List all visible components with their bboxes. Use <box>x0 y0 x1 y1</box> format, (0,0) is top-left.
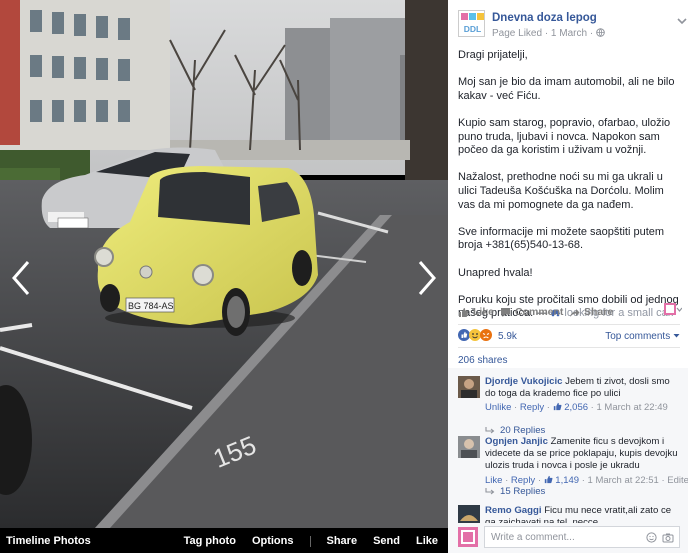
post-paragraph: Unapred hvala! <box>458 266 533 279</box>
top-comments-label: Top comments <box>605 331 671 342</box>
comment-label: Comment <box>515 306 564 318</box>
post-body: Dragi prijatelji, Moj san je bio da imam… <box>458 49 680 334</box>
post-header: DDL Dnevna doza lepog Page Liked · 1 Mar… <box>458 10 687 40</box>
shares-count[interactable]: 206 shares <box>458 355 507 366</box>
unlike-link[interactable]: Unlike <box>485 402 511 413</box>
share-action[interactable]: Share <box>569 306 613 318</box>
license-plate: BG 784-AS <box>128 301 174 311</box>
chevron-right-icon <box>418 261 436 295</box>
commenter-avatar[interactable] <box>458 376 480 398</box>
divider <box>458 347 680 348</box>
globe-icon <box>596 28 605 38</box>
post-paragraph: Nažalost, prethodne noći su mi ga ukrali… <box>458 171 664 211</box>
comment-body: Djordje Vukojicic Jebem ti zivot, dosli … <box>485 376 680 415</box>
reaction-count[interactable]: 5.9k <box>498 331 517 342</box>
post-actions: Like Comment Share <box>458 303 682 321</box>
photo-bottom-bar: Timeline Photos Tag photo Options Share … <box>0 528 448 553</box>
like-label: Like <box>473 306 495 318</box>
chevron-left-icon <box>12 261 30 295</box>
reply-link[interactable]: Reply <box>511 475 535 486</box>
view-replies-link[interactable]: 15 Replies <box>485 486 545 497</box>
thumbs-up-icon <box>459 307 469 317</box>
post-as-avatar-icon[interactable] <box>664 303 682 317</box>
page-avatar[interactable]: DDL <box>458 10 485 37</box>
like-action[interactable]: Like <box>458 306 494 318</box>
send-button[interactable]: Send <box>373 535 400 547</box>
photo-actions: Tag photo Options Share Send Like <box>168 535 438 547</box>
comment-input-icons <box>646 532 674 543</box>
comment-time[interactable]: 1 March at 22:49 <box>596 402 667 413</box>
reply-arrow-icon <box>485 488 495 495</box>
car-photo: 155 BG 784-AS <box>0 0 448 528</box>
album-link[interactable]: Timeline Photos <box>6 535 91 547</box>
write-comment-row: Write a comment... <box>458 525 680 549</box>
commenter-avatar[interactable] <box>458 436 480 458</box>
chevron-down-icon[interactable] <box>676 16 688 26</box>
camera-icon[interactable] <box>662 532 674 543</box>
page-name[interactable]: Dnevna doza lepog <box>492 12 597 24</box>
comment-icon <box>501 307 510 317</box>
post-panel: DDL Dnevna doza lepog Page Liked · 1 Mar… <box>448 0 688 553</box>
commenter-name[interactable]: Djordje Vukojicic <box>485 376 562 387</box>
share-icon <box>570 308 580 317</box>
replies-count: 20 Replies <box>500 425 546 436</box>
comment-action[interactable]: Comment <box>500 306 563 318</box>
comment-meta: Like · Reply · 1,149 · 1 March at 22:51 … <box>485 475 688 487</box>
next-photo-arrow[interactable] <box>414 258 440 298</box>
comment-like-count[interactable]: 2,056 <box>564 402 588 413</box>
post-paragraph: Sve informacije mi možete saopštiti pute… <box>458 225 665 252</box>
caret-down-icon <box>673 334 680 338</box>
svg-text:DDL: DDL <box>464 24 481 34</box>
comment-item: Remo Gaggi Ficu mu nece vratit,ali zato … <box>458 505 680 523</box>
comment-like-count[interactable]: 1,149 <box>555 475 579 486</box>
post-meta-text: Page Liked · 1 March · <box>492 28 594 39</box>
commenter-avatar[interactable] <box>458 505 480 523</box>
options-button[interactable]: Options <box>252 535 294 547</box>
share-button[interactable]: Share <box>327 535 358 547</box>
like-button[interactable]: Like <box>416 535 438 547</box>
photo-viewer: 155 BG 784-AS Timeline Photos Tag photo … <box>0 0 448 553</box>
comment-placeholder: Write a comment... <box>491 532 575 543</box>
post-paragraph: Dragi prijatelji, <box>458 49 528 61</box>
divider <box>458 324 680 325</box>
emoji-icon[interactable] <box>646 532 657 543</box>
replies-count: 15 Replies <box>500 486 546 497</box>
reply-arrow-icon <box>485 427 495 434</box>
share-label: Share <box>584 306 614 318</box>
post-meta: Page Liked · 1 March · <box>492 28 605 39</box>
reply-link[interactable]: Reply <box>520 402 544 413</box>
user-avatar <box>458 527 478 547</box>
view-replies-link[interactable]: 20 Replies <box>485 425 545 436</box>
comment-time[interactable]: 1 March at 22:51 <box>588 475 659 486</box>
top-comments-dropdown[interactable]: Top comments <box>605 331 680 342</box>
page-logo-icon: DDL <box>459 11 484 36</box>
thumbs-up-icon <box>553 403 562 411</box>
divider <box>309 536 311 547</box>
like-link[interactable]: Like <box>485 475 502 486</box>
post-paragraph: Kupio sam starog, popravio, ofarbao, ulo… <box>458 116 671 157</box>
commenter-name[interactable]: Ognjen Janjic <box>485 436 548 447</box>
previous-photo-arrow[interactable] <box>8 258 34 298</box>
post-paragraph: Moj san je bio da imam automobil, ali ne… <box>458 76 675 102</box>
reaction-icons <box>458 329 492 341</box>
comment-body: Ognjen Janjic Zamenite ficu s devojkom i… <box>485 436 688 487</box>
commenter-name[interactable]: Remo Gaggi <box>485 505 542 516</box>
edited-label[interactable]: Edited <box>667 475 688 486</box>
tag-photo-button[interactable]: Tag photo <box>184 535 236 547</box>
comment-input[interactable]: Write a comment... <box>484 526 680 548</box>
reactions-summary[interactable]: 5.9k Top comments <box>458 328 680 344</box>
comment-meta: Unlike · Reply · 2,056 · 1 March at 22:4… <box>485 402 668 414</box>
comment-body: Remo Gaggi Ficu mu nece vratit,ali zato … <box>485 505 680 523</box>
thumbs-up-icon <box>544 475 553 483</box>
